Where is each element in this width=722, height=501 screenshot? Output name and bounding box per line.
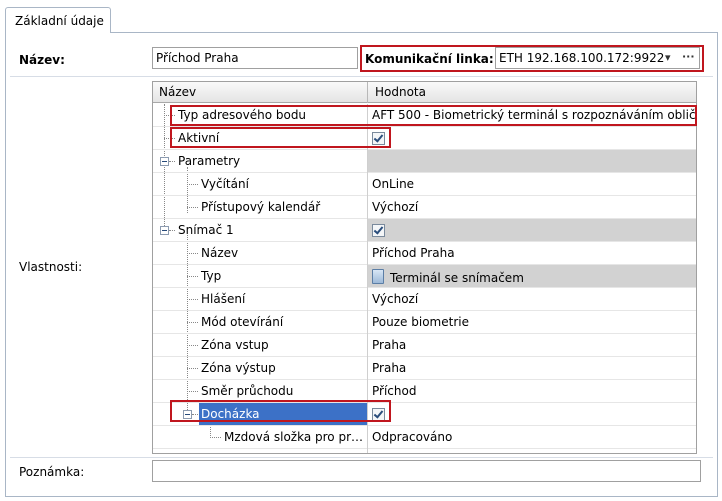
row-value[interactable]: [368, 219, 696, 241]
collapse-icon[interactable]: [160, 157, 169, 166]
more-options-button[interactable]: ···: [682, 50, 695, 63]
grid-row-wage-component[interactable]: Mzdová složka pro pr… Odpracováno: [153, 426, 696, 449]
row-value[interactable]: [368, 403, 696, 425]
chevron-down-icon[interactable]: ▾: [665, 51, 671, 64]
row-value[interactable]: [368, 127, 696, 149]
tab-basic-info[interactable]: Základní údaje: [5, 7, 111, 33]
row-value[interactable]: Odpracováno: [368, 426, 696, 448]
grid-header: Název Hodnota: [153, 82, 696, 103]
comm-line-value: ETH 192.168.100.172:9922: [499, 51, 665, 65]
row-name: Směr průchodu: [201, 384, 294, 398]
terminal-icon: [372, 269, 384, 284]
row-value[interactable]: Praha: [368, 357, 696, 379]
row-value[interactable]: Příchod Praha: [368, 242, 696, 264]
row-name: Zóna vstup: [201, 338, 269, 352]
tab-label: Základní údaje: [15, 14, 104, 28]
reader-checkbox[interactable]: [372, 224, 385, 237]
header-divider: [367, 82, 368, 103]
row-value[interactable]: Výchozí: [368, 288, 696, 310]
row-value-text: Terminál se snímačem: [390, 271, 524, 285]
grid-row-reader-type[interactable]: Typ Terminál se snímačem: [153, 265, 696, 288]
row-name: Parametry: [178, 154, 241, 168]
col-header-value[interactable]: Hodnota: [375, 85, 426, 99]
name-label: Název:: [19, 53, 65, 67]
grid-row-zone-in[interactable]: Zóna vstup Praha: [153, 334, 696, 357]
comm-line-label: Komunikační linka:: [365, 52, 494, 66]
separator: [10, 76, 713, 77]
row-name: Typ: [201, 269, 222, 283]
row-name: Zóna výstup: [201, 361, 276, 375]
grid-row-reader-name[interactable]: Název Příchod Praha: [153, 242, 696, 265]
type-row-highlight: [170, 105, 697, 126]
row-name: Snímač 1: [178, 223, 234, 237]
grid-row-parameters[interactable]: Parametry: [153, 150, 696, 173]
grid-row-access-calendar[interactable]: Přístupový kalendář Výchozí: [153, 196, 696, 219]
row-name: Vyčítání: [201, 177, 249, 191]
name-value: Příchod Praha: [156, 51, 239, 65]
row-value[interactable]: Výchozí: [368, 196, 696, 218]
grid-row-readout[interactable]: Vyčítání OnLine: [153, 173, 696, 196]
row-name: Mód otevírání: [201, 315, 284, 329]
separator: [10, 457, 713, 458]
attendance-row-highlight: [170, 400, 391, 422]
row-value[interactable]: Terminál se snímačem: [368, 265, 696, 287]
grid-row-reporting[interactable]: Hlášení Výchozí: [153, 288, 696, 311]
row-name: Název: [201, 246, 239, 260]
note-input[interactable]: [152, 460, 701, 482]
active-row-highlight: [170, 127, 391, 148]
row-value[interactable]: Příchod: [368, 380, 696, 402]
name-input[interactable]: Příchod Praha: [152, 47, 358, 69]
properties-label: Vlastnosti:: [19, 260, 83, 274]
row-value[interactable]: Praha: [368, 334, 696, 356]
col-header-name[interactable]: Název: [159, 85, 196, 99]
row-name: Mzdová složka pro pr…: [224, 430, 364, 444]
grid-row-zone-out[interactable]: Zóna výstup Praha: [153, 357, 696, 380]
row-value[interactable]: Pouze biometrie: [368, 311, 696, 333]
row-name: Přístupový kalendář: [201, 200, 321, 214]
row-name: Hlášení: [201, 292, 246, 306]
row-value: [368, 150, 696, 172]
note-label: Poznámka:: [19, 465, 85, 479]
collapse-icon[interactable]: [160, 226, 169, 235]
grid-row-open-mode[interactable]: Mód otevírání Pouze biometrie: [153, 311, 696, 334]
row-value[interactable]: OnLine: [368, 173, 696, 195]
grid-row-reader-1[interactable]: Snímač 1: [153, 219, 696, 242]
